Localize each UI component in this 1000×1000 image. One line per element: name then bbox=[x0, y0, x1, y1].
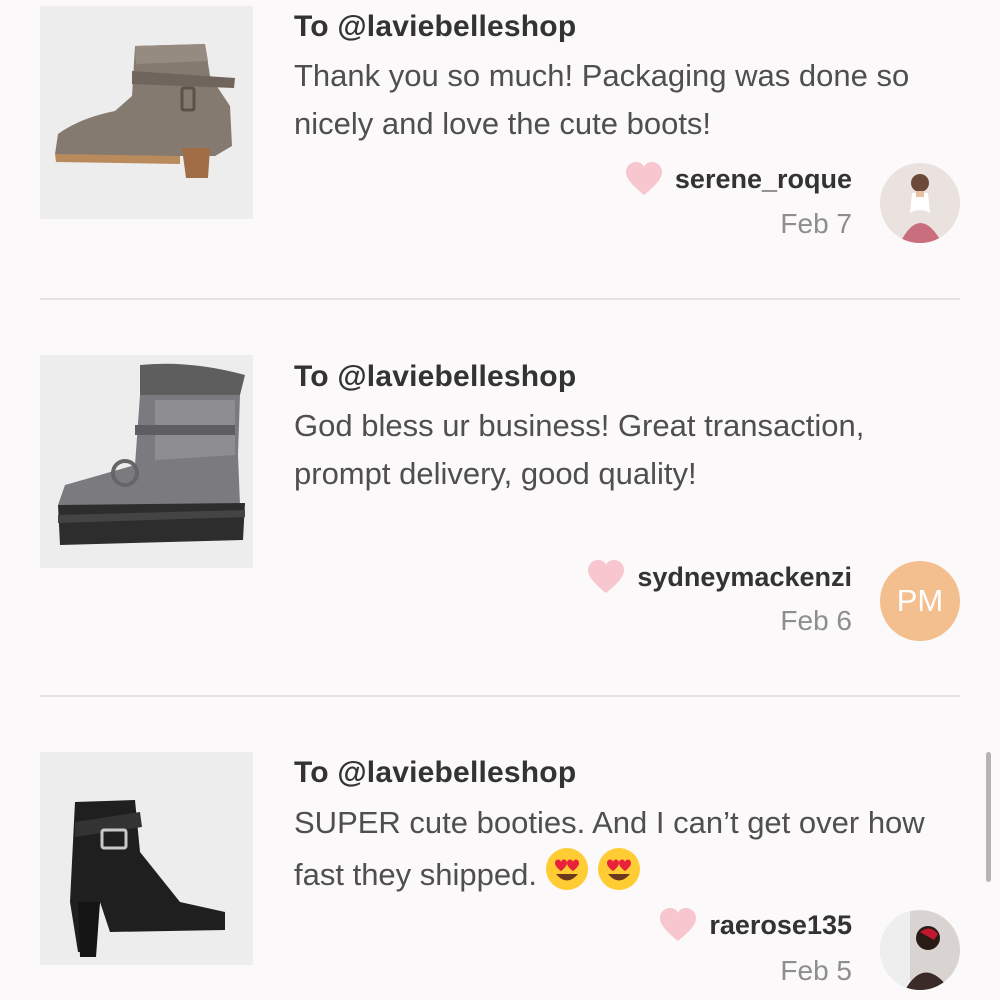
heart-icon[interactable] bbox=[587, 560, 625, 594]
avatar[interactable] bbox=[880, 910, 960, 990]
taupe-ankle-boot-image bbox=[40, 6, 253, 219]
pewter-winter-boot-image bbox=[40, 355, 253, 568]
note-message: God bless ur business! Great transaction… bbox=[294, 408, 865, 491]
avatar[interactable] bbox=[880, 163, 960, 243]
note-date: Feb 6 bbox=[780, 605, 852, 636]
heart-icon[interactable] bbox=[625, 162, 663, 196]
author-row: raerose135 bbox=[659, 908, 852, 942]
avatar-initials[interactable]: PM bbox=[880, 561, 960, 641]
divider bbox=[40, 695, 960, 697]
author-username[interactable]: raerose135 bbox=[709, 910, 852, 941]
heart-icon[interactable] bbox=[659, 908, 697, 942]
listing-thumbnail[interactable] bbox=[40, 355, 253, 568]
note-date: Feb 7 bbox=[780, 208, 852, 239]
recipient-line: To @laviebelleshop bbox=[294, 360, 577, 393]
note-message: SUPER cute booties. And I can’t get over… bbox=[294, 799, 964, 899]
heart-eyes-emoji bbox=[597, 847, 641, 891]
scrollbar[interactable] bbox=[986, 752, 991, 882]
recipient-line: To @laviebelleshop bbox=[294, 10, 577, 43]
profile-photo bbox=[880, 163, 960, 243]
author-username[interactable]: serene_roque bbox=[675, 164, 852, 195]
profile-photo bbox=[880, 910, 960, 990]
note-date: Feb 5 bbox=[780, 955, 852, 986]
recipient-line: To @laviebelleshop bbox=[294, 756, 577, 789]
love-notes-feed: To @laviebelleshop Thank you so much! Pa… bbox=[0, 0, 1000, 1000]
listing-thumbnail[interactable] bbox=[40, 752, 253, 965]
divider bbox=[40, 298, 960, 300]
author-row: sydneymackenzi bbox=[587, 560, 852, 594]
listing-thumbnail[interactable] bbox=[40, 6, 253, 219]
black-heeled-bootie-image bbox=[40, 752, 253, 965]
author-row: serene_roque bbox=[625, 162, 852, 196]
heart-eyes-emoji bbox=[545, 847, 589, 891]
author-username[interactable]: sydneymackenzi bbox=[637, 562, 852, 593]
note-message: Thank you so much! Packaging was done so… bbox=[294, 58, 910, 141]
